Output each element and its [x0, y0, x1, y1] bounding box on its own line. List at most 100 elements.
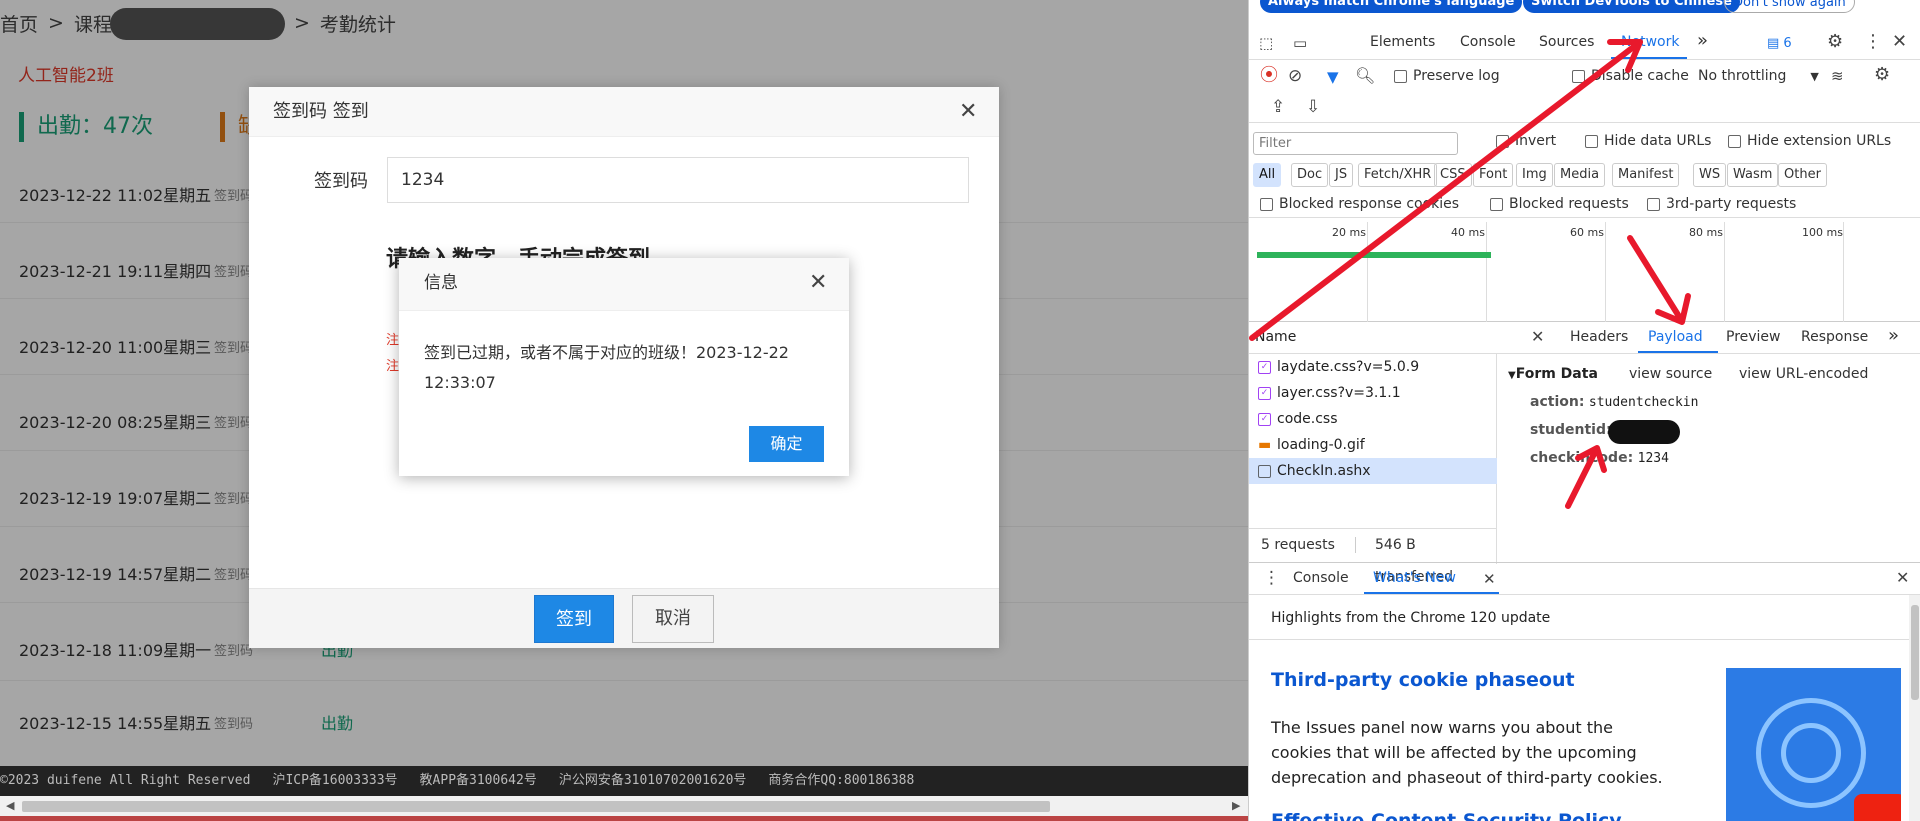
- checkin-code-input[interactable]: [387, 157, 969, 203]
- footer-icp[interactable]: 沪ICP备16003333号: [272, 766, 397, 796]
- video-play-icon[interactable]: [1854, 794, 1901, 821]
- blocked-requests-checkbox[interactable]: Blocked requests: [1490, 196, 1629, 212]
- disable-cache-checkbox[interactable]: Disable cache: [1572, 68, 1689, 84]
- chip-font[interactable]: Font: [1473, 163, 1514, 187]
- import-export-toolbar: ⇪ ⇩: [1249, 95, 1920, 123]
- filter-input[interactable]: Filter: [1253, 132, 1458, 155]
- chip-other[interactable]: Other: [1778, 163, 1827, 187]
- match-language-button[interactable]: Always match Chrome's language: [1260, 0, 1523, 13]
- invert-checkbox[interactable]: Invert: [1496, 133, 1556, 149]
- close-icon[interactable]: ✕: [809, 272, 827, 294]
- feature-description: The Issues panel now warns you about the…: [1271, 718, 1663, 787]
- tab-headers[interactable]: Headers: [1570, 329, 1628, 345]
- request-row[interactable]: ✓ layer.css?v=3.1.1: [1249, 380, 1497, 406]
- chip-manifest[interactable]: Manifest: [1612, 163, 1680, 187]
- record-stop-icon[interactable]: ⦿: [1260, 67, 1278, 85]
- drawer-scrollbar[interactable]: [1909, 595, 1920, 821]
- chip-all[interactable]: All: [1253, 163, 1282, 187]
- feature-thumbnail[interactable]: [1726, 668, 1901, 821]
- switch-chinese-button[interactable]: Switch DevTools to Chinese: [1523, 0, 1740, 13]
- drawer-tab-whats-new[interactable]: What's New: [1373, 570, 1456, 586]
- tab-sources[interactable]: Sources: [1539, 34, 1594, 50]
- chip-fetch-xhr[interactable]: Fetch/XHR: [1358, 163, 1438, 187]
- chip-css[interactable]: CSS: [1434, 163, 1472, 187]
- filter-icon[interactable]: ▼: [1327, 69, 1339, 85]
- hide-extension-urls-checkbox[interactable]: Hide extension URLs: [1728, 133, 1891, 149]
- request-row-selected[interactable]: CheckIn.ashx: [1249, 458, 1497, 484]
- request-name: laydate.css?v=5.0.9: [1277, 359, 1420, 375]
- chip-media[interactable]: Media: [1554, 163, 1606, 187]
- form-data-title: Form Data: [1515, 366, 1598, 382]
- preserve-log-checkbox[interactable]: Preserve log: [1394, 68, 1500, 84]
- timeline-tick: 40 ms: [1451, 226, 1485, 239]
- feature-heading[interactable]: Third-party cookie phaseout: [1271, 669, 1575, 691]
- devtools-tabbar: ⬚ ▭ Elements Console Sources Network » ▤…: [1249, 28, 1920, 60]
- inspect-element-icon[interactable]: ⬚: [1259, 35, 1273, 51]
- close-tab-icon[interactable]: ✕: [1483, 571, 1496, 587]
- form-data-toggle[interactable]: ▼Form Data: [1508, 366, 1598, 382]
- close-devtools-icon[interactable]: ✕: [1892, 33, 1907, 51]
- tab-response[interactable]: Response: [1801, 329, 1868, 345]
- info-ok-button[interactable]: 确定: [749, 426, 824, 462]
- hide-data-urls-checkbox[interactable]: Hide data URLs: [1585, 133, 1711, 149]
- drawer-menu-icon[interactable]: ⋮: [1263, 570, 1280, 587]
- clear-icon[interactable]: ⊘: [1288, 68, 1302, 85]
- export-har-icon[interactable]: ⇩: [1306, 99, 1320, 116]
- scrollbar-thumb[interactable]: [1911, 605, 1919, 700]
- more-options-icon[interactable]: ⋮: [1864, 33, 1882, 51]
- tab-network[interactable]: Network: [1621, 34, 1679, 50]
- issues-icon[interactable]: ▤ 6: [1767, 36, 1792, 52]
- third-party-checkbox[interactable]: 3rd-party requests: [1647, 196, 1796, 212]
- css-file-icon: ✓: [1258, 413, 1271, 426]
- payload-row: action: studentcheckin: [1530, 394, 1698, 410]
- blocked-cookies-checkbox[interactable]: Blocked response cookies: [1260, 196, 1459, 212]
- devtools-drawer: ⋮ Console What's New ✕ ✕ Highlights from…: [1249, 562, 1920, 821]
- device-toolbar-icon[interactable]: ▭: [1293, 35, 1307, 51]
- tab-payload[interactable]: Payload: [1648, 329, 1703, 345]
- tab-preview[interactable]: Preview: [1726, 329, 1781, 345]
- filter-row: Filter Invert Hide data URLs Hide extens…: [1249, 130, 1920, 156]
- info-dialog: 信息 ✕ 签到已过期，或者不属于对应的班级！2023-12-22 12:33:0…: [399, 258, 849, 476]
- request-name: code.css: [1277, 411, 1338, 427]
- network-conditions-icon[interactable]: ≋: [1831, 68, 1844, 84]
- close-drawer-icon[interactable]: ✕: [1896, 570, 1909, 586]
- chip-img[interactable]: Img: [1516, 163, 1553, 187]
- next-feature-heading[interactable]: Effective Content Security Policy: [1271, 810, 1622, 821]
- more-detail-tabs-icon[interactable]: »: [1888, 325, 1899, 346]
- horizontal-scrollbar[interactable]: ◀ ▶: [0, 796, 1248, 816]
- request-row[interactable]: ✓ code.css: [1249, 406, 1497, 432]
- settings-icon[interactable]: ⚙: [1827, 33, 1843, 51]
- close-detail-icon[interactable]: ✕: [1531, 329, 1544, 345]
- scroll-right-icon[interactable]: ▶: [1232, 799, 1240, 812]
- view-url-encoded-link[interactable]: view URL-encoded: [1739, 366, 1868, 382]
- checkin-cancel-button[interactable]: 取消: [632, 595, 714, 643]
- scroll-left-icon[interactable]: ◀: [6, 799, 14, 812]
- network-toolbar: ⦿ ⊘ ▼ 🔍︎ Preserve log Disable cache No t…: [1249, 62, 1920, 92]
- name-column-header[interactable]: Name: [1255, 329, 1296, 345]
- hide-extension-urls-label: Hide extension URLs: [1747, 133, 1892, 149]
- throttling-select[interactable]: No throttling ▼: [1698, 68, 1819, 84]
- scrollbar-thumb[interactable]: [22, 801, 1050, 812]
- checkin-dialog-footer: 签到 取消: [249, 588, 999, 648]
- import-har-icon[interactable]: ⇪: [1271, 99, 1285, 116]
- checkin-note: 注: [386, 359, 400, 374]
- chip-wasm[interactable]: Wasm: [1727, 163, 1779, 187]
- request-row[interactable]: ▬ loading-0.gif: [1249, 432, 1497, 458]
- dont-show-again-button[interactable]: Don't show again: [1724, 0, 1855, 13]
- footer-police[interactable]: 沪公网安备31010702001620号: [559, 766, 747, 796]
- chip-js[interactable]: JS: [1329, 163, 1354, 187]
- network-overview[interactable]: 20 ms 40 ms 60 ms 80 ms 100 ms: [1249, 222, 1920, 322]
- more-tabs-icon[interactable]: »: [1697, 30, 1708, 51]
- view-source-link[interactable]: view source: [1629, 366, 1712, 382]
- search-icon[interactable]: 🔍︎: [1355, 68, 1375, 84]
- drawer-tab-console[interactable]: Console: [1293, 570, 1349, 586]
- close-icon[interactable]: ✕: [959, 101, 977, 123]
- tab-console[interactable]: Console: [1460, 34, 1516, 50]
- checkin-submit-button[interactable]: 签到: [534, 595, 614, 643]
- tab-elements[interactable]: Elements: [1370, 34, 1435, 50]
- chip-doc[interactable]: Doc: [1291, 163, 1329, 187]
- request-row[interactable]: ✓ laydate.css?v=5.0.9: [1249, 354, 1497, 380]
- network-settings-icon[interactable]: ⚙: [1874, 66, 1890, 84]
- chip-ws[interactable]: WS: [1693, 163, 1727, 187]
- decorative-ring: [1781, 723, 1841, 783]
